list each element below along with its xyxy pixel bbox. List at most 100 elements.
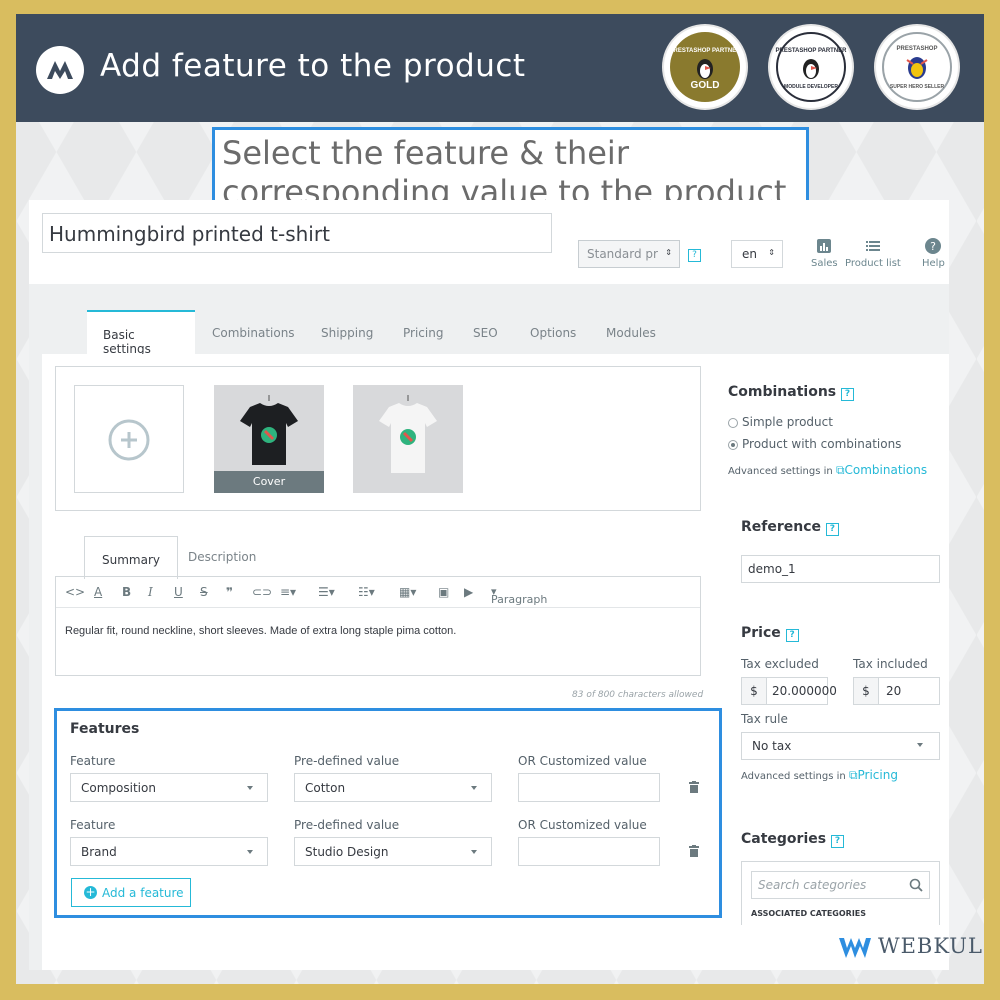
external-link-icon: ⧉ <box>835 463 845 477</box>
combinations-advanced-settings: Advanced settings in ⧉Combinations <box>728 463 928 477</box>
summary-text: Regular fit, round neckline, short sleev… <box>65 625 457 637</box>
char-count: 83 of 800 characters allowed <box>572 690 704 700</box>
add-feature-button[interactable]: + Add a feature <box>71 878 191 907</box>
image-gallery: Cover <box>55 366 701 511</box>
predefined-value-select[interactable]: Cotton <box>294 773 492 802</box>
badge-top-text: PRESTASHOP PARTNER <box>775 48 847 54</box>
tax-included-value: 20 <box>886 684 902 698</box>
tab-modules[interactable]: Modules <box>606 326 656 340</box>
language-value: en <box>742 247 757 261</box>
underline-icon[interactable]: U <box>174 585 183 599</box>
link-icon[interactable]: ⊂⊃ <box>252 585 272 599</box>
caret-down-icon <box>247 850 253 854</box>
product-type-select[interactable]: Standard pr ⇕ <box>578 240 680 268</box>
sales-button[interactable]: Sales <box>811 238 838 269</box>
customized-value-input[interactable] <box>518 837 660 866</box>
radio-simple-product[interactable]: Simple product <box>728 415 938 429</box>
help-icon[interactable]: ? <box>841 388 854 401</box>
banner: Add feature to the product PRESTASHOP PA… <box>16 14 984 122</box>
table-icon[interactable]: ▦▾ <box>399 585 416 599</box>
tab-seo[interactable]: SEO <box>473 326 498 340</box>
paragraph-label: Paragraph <box>491 593 548 606</box>
help-icon[interactable]: ? <box>825 523 839 536</box>
reference-input[interactable]: demo_1 <box>741 555 940 583</box>
tax-rule-value: No tax <box>752 739 792 753</box>
radio-product-with-combinations[interactable]: Product with combinations <box>728 437 938 451</box>
badge-bottom-text: SUPER HERO SELLER <box>889 84 945 90</box>
trash-icon[interactable] <box>689 781 699 793</box>
caret-down-icon <box>471 786 477 790</box>
callout-line-1: Select the feature & their <box>222 134 629 172</box>
product-name-input[interactable]: Hummingbird printed t-shirt <box>42 213 552 253</box>
bullet-list-icon[interactable]: ☰▾ <box>318 585 335 599</box>
blockquote-icon[interactable]: ❞ <box>226 585 233 599</box>
tab-options[interactable]: Options <box>530 326 576 340</box>
tab-pricing[interactable]: Pricing <box>403 326 443 340</box>
summary-editor[interactable]: <> A B I U S ❞ ⊂⊃ ≡▾ ☰▾ ☷▾ ▦▾ ▣ ▶ Paragr… <box>55 576 701 676</box>
external-link-icon: ⧉ <box>848 768 858 782</box>
feature-label: Feature <box>70 818 116 832</box>
add-image-button[interactable] <box>74 385 184 493</box>
align-icon[interactable]: ≡▾ <box>280 585 296 599</box>
feature-select[interactable]: Composition <box>70 773 268 802</box>
tab-basic-settings[interactable]: Basic settings <box>87 310 195 356</box>
white-tshirt-image <box>379 395 437 473</box>
sales-label: Sales <box>811 258 838 269</box>
combinations-section: Combinations ? Simple product Product wi… <box>728 384 938 478</box>
search-icon[interactable] <box>909 878 923 892</box>
product-header: Hummingbird printed t-shirt Standard pr … <box>29 200 949 284</box>
add-feature-label: Add a feature <box>102 886 184 900</box>
customized-value-label: OR Customized value <box>518 818 647 832</box>
combinations-heading: Combinations ? <box>728 384 938 401</box>
language-select[interactable]: en ⇕ <box>731 240 783 268</box>
features-section: Features Feature Pre-defined value OR Cu… <box>54 708 722 918</box>
numbered-list-icon[interactable]: ☷▾ <box>358 585 375 599</box>
badge-top-text: PRESTASHOP PARTNER <box>669 48 741 54</box>
pricing-advanced-settings: Advanced settings in ⧉Pricing <box>741 768 898 782</box>
italic-icon[interactable]: I <box>148 585 153 599</box>
feature-select[interactable]: Brand <box>70 837 268 866</box>
help-button[interactable]: ? Help <box>922 238 945 269</box>
badge-bottom-text: MODULE DEVELOPER <box>784 84 838 90</box>
trash-icon[interactable] <box>689 845 699 857</box>
combinations-link[interactable]: ⧉Combinations <box>836 463 927 477</box>
strikethrough-icon[interactable]: S <box>200 585 208 599</box>
features-heading: Features <box>70 721 140 737</box>
pricing-link[interactable]: ⧉Pricing <box>849 768 898 782</box>
predefined-value: Cotton <box>305 781 346 795</box>
feature-value: Brand <box>81 845 117 859</box>
tax-included-label: Tax included <box>853 657 928 671</box>
black-tshirt-image <box>240 395 298 465</box>
tab-description[interactable]: Description <box>188 550 256 564</box>
source-code-icon[interactable]: <> <box>65 585 85 599</box>
editor-toolbar: <> A B I U S ❞ ⊂⊃ ≡▾ ☰▾ ☷▾ ▦▾ ▣ ▶ Paragr… <box>56 577 700 608</box>
predefined-value-select[interactable]: Studio Design <box>294 837 492 866</box>
help-icon[interactable]: ? <box>830 835 844 848</box>
category-search-input[interactable]: Search categories <box>751 871 930 899</box>
predefined-value-label: Pre-defined value <box>294 818 400 832</box>
product-list-button[interactable]: Product list <box>845 238 901 269</box>
tab-summary[interactable]: Summary <box>84 536 178 579</box>
customized-value-input[interactable] <box>518 773 660 802</box>
price-section: Price ? <box>741 625 799 642</box>
product-image-white[interactable] <box>353 385 463 493</box>
predefined-value: Studio Design <box>305 845 389 859</box>
tax-excluded-label: Tax excluded <box>741 657 819 671</box>
image-icon[interactable]: ▣ <box>438 585 449 599</box>
tax-excluded-input[interactable]: $ 20.000000 <box>741 677 837 705</box>
tax-included-input[interactable]: $ 20 <box>853 677 940 705</box>
tax-rule-select[interactable]: No tax <box>741 732 940 760</box>
tab-shipping[interactable]: Shipping <box>321 326 373 340</box>
help-icon[interactable]: ? <box>785 629 799 642</box>
tab-combinations[interactable]: Combinations <box>212 326 295 340</box>
predefined-value-label: Pre-defined value <box>294 754 400 768</box>
bold-icon[interactable]: B <box>122 585 131 599</box>
tax-rule-label: Tax rule <box>741 712 788 726</box>
cover-label: Cover <box>214 471 324 493</box>
help-icon[interactable]: ? <box>688 249 701 262</box>
text-color-icon[interactable]: A <box>94 585 102 599</box>
product-image-black[interactable]: Cover <box>214 385 324 493</box>
media-icon[interactable]: ▶ <box>464 585 473 599</box>
penguin-icon <box>803 59 819 79</box>
paragraph-select[interactable]: Paragraph ▾ <box>491 585 547 606</box>
